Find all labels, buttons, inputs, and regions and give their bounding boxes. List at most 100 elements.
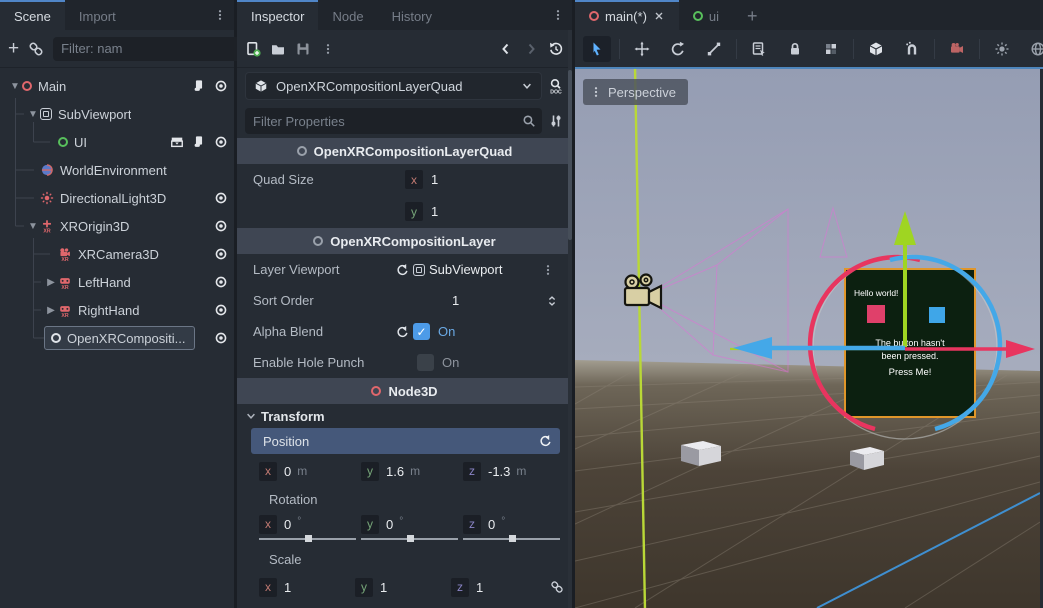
revert-icon[interactable] bbox=[395, 263, 409, 277]
quad-size-y-value[interactable]: 1 bbox=[427, 204, 438, 219]
save-resource-button[interactable] bbox=[295, 41, 311, 57]
scale-y-spinbox[interactable]: y 1 bbox=[355, 577, 446, 597]
sort-order-value[interactable]: 1 bbox=[395, 293, 459, 308]
preview-sunlight-button[interactable] bbox=[988, 36, 1016, 62]
tab-import[interactable]: Import bbox=[65, 0, 130, 30]
visibility-eye-icon[interactable] bbox=[214, 303, 228, 317]
edit-history-button[interactable] bbox=[548, 41, 564, 57]
resource-options-icon[interactable] bbox=[534, 264, 562, 276]
tree-row-main[interactable]: ▼ Main bbox=[0, 72, 234, 100]
close-icon[interactable] bbox=[653, 10, 665, 22]
property-filter-input[interactable] bbox=[253, 114, 522, 129]
new-resource-button[interactable] bbox=[245, 41, 261, 57]
add-node-button[interactable]: + bbox=[8, 41, 19, 57]
spinner-icon[interactable] bbox=[546, 295, 558, 307]
transform-group-header[interactable]: Transform bbox=[237, 404, 572, 428]
snap-button[interactable] bbox=[898, 36, 926, 62]
tab-node[interactable]: Node bbox=[318, 0, 377, 30]
collapse-icon[interactable]: ▼ bbox=[26, 221, 40, 232]
selected-node-box[interactable]: OpenXRCompositi... bbox=[44, 326, 195, 350]
tree-row-ui[interactable]: UI bbox=[0, 128, 234, 156]
quad-press-me-button[interactable]: Press Me! bbox=[889, 367, 932, 378]
checkbox-unchecked[interactable] bbox=[417, 354, 434, 371]
viewport-3d-canvas[interactable]: Hello world! The button hasn't been pres… bbox=[575, 69, 1040, 608]
position-z-spinbox[interactable]: z -1.3 m bbox=[463, 461, 560, 481]
node-selector[interactable]: OpenXRCompositionLayerQuad bbox=[245, 72, 542, 100]
perspective-menu[interactable]: Perspective bbox=[583, 79, 688, 105]
scale-link-icon[interactable] bbox=[550, 580, 564, 594]
tree-row-xrcamera3d[interactable]: XR XRCamera3D bbox=[0, 240, 234, 268]
scene-dock-tabbar: Scene Import bbox=[0, 0, 234, 30]
local-space-button[interactable] bbox=[862, 36, 890, 62]
visibility-eye-icon[interactable] bbox=[214, 79, 228, 93]
history-back-button[interactable] bbox=[498, 41, 514, 57]
rotation-x-slider[interactable] bbox=[259, 535, 356, 543]
scale-z-spinbox[interactable]: z 1 bbox=[451, 577, 542, 597]
tab-main-scene[interactable]: main(*) bbox=[575, 0, 679, 30]
visibility-eye-icon[interactable] bbox=[214, 247, 228, 261]
tree-row-righthand[interactable]: ▶ XR RightHand bbox=[0, 296, 234, 324]
rotation-y-slider[interactable] bbox=[361, 535, 458, 543]
prop-position-highlighted[interactable]: Position bbox=[251, 428, 560, 454]
inspector-options-icon[interactable] bbox=[548, 113, 564, 129]
tree-row-worldenvironment[interactable]: WorldEnvironment bbox=[0, 156, 234, 184]
scene-tree: ▼ Main ▼ SubViewport UI bbox=[0, 68, 234, 608]
scene-icon bbox=[589, 11, 599, 21]
rotation-x-spinbox[interactable]: x 0 ° bbox=[259, 514, 356, 534]
expand-icon[interactable]: ▶ bbox=[44, 277, 58, 288]
instance-scene-button[interactable] bbox=[28, 41, 44, 57]
quad-size-x-value[interactable]: 1 bbox=[427, 172, 438, 187]
rotation-z-spinbox[interactable]: z 0 ° bbox=[463, 514, 560, 534]
inspector-scrollbar[interactable] bbox=[568, 30, 572, 608]
open-instance-icon[interactable] bbox=[170, 135, 184, 149]
collapse-icon[interactable]: ▼ bbox=[26, 109, 40, 120]
load-resource-button[interactable] bbox=[270, 41, 286, 57]
scene-dock-menu-icon[interactable] bbox=[206, 0, 234, 30]
revert-icon[interactable] bbox=[395, 325, 409, 339]
new-scene-tab-button[interactable]: + bbox=[733, 0, 772, 30]
tree-row-directionallight3d[interactable]: DirectionalLight3D bbox=[0, 184, 234, 212]
script-icon[interactable] bbox=[192, 135, 206, 149]
position-y-spinbox[interactable]: y 1.6 m bbox=[361, 461, 458, 481]
history-forward-button[interactable] bbox=[523, 41, 539, 57]
position-x-spinbox[interactable]: x 0 m bbox=[259, 461, 356, 481]
select-tool-button[interactable] bbox=[583, 36, 611, 62]
list-select-button[interactable] bbox=[745, 36, 773, 62]
lock-button[interactable] bbox=[781, 36, 809, 62]
scale-x-spinbox[interactable]: x 1 bbox=[259, 577, 350, 597]
collapse-icon[interactable]: ▼ bbox=[8, 81, 22, 92]
tree-row-xrorigin3d[interactable]: ▼ XR XROrigin3D bbox=[0, 212, 234, 240]
move-tool-button[interactable] bbox=[628, 36, 656, 62]
open-docs-button[interactable]: DOC bbox=[548, 78, 564, 94]
tab-scene[interactable]: Scene bbox=[0, 0, 65, 30]
camera-preview-button[interactable] bbox=[943, 36, 971, 62]
tab-ui-scene[interactable]: ui bbox=[679, 0, 733, 30]
script-icon[interactable] bbox=[192, 79, 206, 93]
white-box-1[interactable] bbox=[681, 441, 721, 466]
resource-menu-icon[interactable] bbox=[320, 43, 336, 55]
rotate-tool-button[interactable] bbox=[664, 36, 692, 62]
visibility-eye-icon[interactable] bbox=[214, 331, 228, 345]
scale-tool-button[interactable] bbox=[700, 36, 728, 62]
visibility-eye-icon[interactable] bbox=[214, 275, 228, 289]
tab-history[interactable]: History bbox=[378, 0, 446, 30]
tree-row-lefthand[interactable]: ▶ XR LeftHand bbox=[0, 268, 234, 296]
visibility-eye-icon[interactable] bbox=[214, 219, 228, 233]
rotation-z-slider[interactable] bbox=[463, 535, 560, 543]
rotation-y-spinbox[interactable]: y 0 ° bbox=[361, 514, 458, 534]
inspector-menu-icon[interactable] bbox=[544, 0, 572, 30]
category-label: Node3D bbox=[388, 384, 437, 399]
visibility-eye-icon[interactable] bbox=[214, 191, 228, 205]
layer-viewport-value[interactable]: SubViewport bbox=[429, 262, 502, 277]
expand-icon[interactable]: ▶ bbox=[44, 305, 58, 316]
revert-icon[interactable] bbox=[538, 434, 552, 448]
preview-environment-button[interactable] bbox=[1024, 36, 1043, 62]
tree-row-subviewport[interactable]: ▼ SubViewport bbox=[0, 100, 234, 128]
scene-filter-input[interactable] bbox=[61, 41, 237, 56]
visibility-eye-icon[interactable] bbox=[214, 135, 228, 149]
xr-ui-quad[interactable]: Hello world! The button hasn't been pres… bbox=[845, 269, 975, 417]
group-button[interactable] bbox=[817, 36, 845, 62]
checkbox-checked[interactable]: ✓ bbox=[413, 323, 430, 340]
tree-row-openxrcompositionlayer[interactable]: OpenXRCompositi... bbox=[0, 324, 234, 352]
tab-inspector[interactable]: Inspector bbox=[237, 0, 318, 30]
